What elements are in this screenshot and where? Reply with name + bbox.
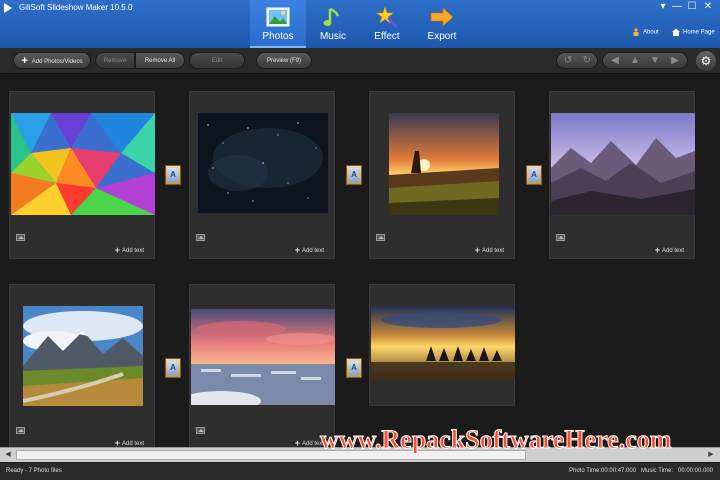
title-bar: GiliSoft Slideshow Maker 10.5.0 ▾ — ☐ ✕ … [0, 0, 720, 48]
photo-thumbnail-desert-sunset[interactable] [389, 113, 499, 215]
photo-card[interactable] [369, 284, 515, 406]
image-type-icon [196, 427, 205, 434]
add-text-button[interactable]: + Add text [115, 245, 144, 255]
scroll-left-icon[interactable]: ◀ [1, 449, 15, 461]
transition-icon[interactable]: A [165, 165, 181, 185]
music-time: Music Time: 00:00:00.000 [641, 468, 714, 474]
photo-card[interactable]: + Add text [189, 91, 335, 259]
move-up-icon[interactable]: ▲ [626, 53, 644, 68]
home-page-label: Home Page [683, 29, 715, 36]
rotate-left-icon[interactable]: ↺ [559, 53, 577, 68]
photo-card[interactable]: + Add text [189, 284, 335, 452]
music-note-icon [323, 7, 340, 26]
photo-icon [266, 7, 290, 27]
tab-effect-label: Effect [374, 31, 400, 42]
settings-gear-icon[interactable]: ⚙ [696, 51, 716, 71]
move-left-icon[interactable]: ◀ [606, 53, 624, 68]
window-menu-button[interactable]: ▾ [656, 2, 670, 12]
photo-thumbnail-alpine-road[interactable] [23, 306, 143, 406]
status-bar: Ready - 7 Photo files Photo Time:00:00:4… [0, 463, 720, 480]
photo-thumbnail-starry-night[interactable] [198, 113, 328, 213]
preview-button[interactable]: Preview (F9) [256, 52, 312, 69]
rotate-group: ↺ ↻ [556, 52, 598, 69]
app-logo-icon [4, 3, 12, 13]
home-icon [672, 28, 680, 36]
remove-all-button[interactable]: Remove All [135, 52, 185, 69]
add-text-button[interactable]: + Add text [655, 245, 684, 255]
tab-effect[interactable]: Effect [360, 0, 414, 48]
home-page-link[interactable]: Home Page [672, 28, 715, 36]
image-type-icon [376, 234, 385, 241]
photo-thumbnail-lake-boats[interactable] [371, 306, 515, 380]
plus-icon: + [21, 55, 28, 67]
photo-time: Photo Time:00:00:47.000 [569, 468, 637, 474]
remove-button[interactable]: Remove [95, 52, 135, 69]
tab-photos[interactable]: Photos [250, 0, 306, 48]
photo-thumbnail-purple-mountains[interactable] [551, 113, 695, 215]
move-right-icon[interactable]: ▶ [666, 53, 684, 68]
transition-icon[interactable]: A [526, 165, 542, 185]
toolbar: + Add Photos/Videos Remove Remove All Edi… [0, 48, 720, 74]
image-type-icon [16, 427, 25, 434]
add-photos-videos-label: Add Photos/Videos [31, 59, 83, 65]
tab-export-label: Export [427, 31, 457, 42]
tab-export[interactable]: Export [414, 0, 470, 48]
transition-icon[interactable]: A [165, 358, 181, 378]
transition-icon[interactable]: A [346, 358, 362, 378]
minimize-button[interactable]: — [670, 2, 684, 12]
maximize-button[interactable]: ☐ [685, 2, 699, 12]
tab-music-label: Music [319, 31, 347, 42]
photo-card[interactable]: + Add text [369, 91, 515, 259]
watermark-text: www.RepackSoftwareHere.com [319, 425, 672, 455]
tab-music[interactable]: Music [306, 0, 360, 48]
app-window: GiliSoft Slideshow Maker 10.5.0 ▾ — ☐ ✕ … [0, 0, 720, 480]
transition-icon[interactable]: A [346, 165, 362, 185]
photo-thumbnail-colorful-polygon[interactable] [11, 113, 155, 215]
rotate-right-icon[interactable]: ↻ [578, 53, 596, 68]
add-photos-videos-button[interactable]: + Add Photos/Videos [13, 52, 91, 69]
edit-button[interactable]: Edit [189, 52, 245, 69]
export-arrow-icon [430, 7, 454, 27]
image-type-icon [556, 234, 565, 241]
scroll-right-icon[interactable]: ▶ [704, 449, 718, 461]
photo-card[interactable]: + Add text [9, 284, 155, 452]
move-down-icon[interactable]: ▼ [646, 53, 664, 68]
photo-card[interactable]: + Add text [549, 91, 695, 259]
photo-card[interactable]: + Add text [9, 91, 155, 259]
image-type-icon [196, 234, 205, 241]
about-label: About [643, 29, 659, 36]
status-text: Ready - 7 Photo files [6, 468, 62, 474]
image-type-icon [16, 234, 25, 241]
add-text-button[interactable]: + Add text [475, 245, 504, 255]
about-person-icon [633, 28, 639, 36]
move-group: ◀ ▲ ▼ ▶ [602, 52, 688, 69]
window-title: GiliSoft Slideshow Maker 10.5.0 [19, 3, 133, 12]
magic-wand-icon [376, 6, 398, 28]
photo-thumbnail-city-sunset[interactable] [191, 309, 335, 405]
add-text-button[interactable]: + Add text [295, 245, 324, 255]
close-button[interactable]: ✕ [701, 2, 715, 12]
photo-grid: + Add text A + Add text A + Add text A +… [0, 75, 720, 463]
tab-photos-label: Photos [262, 31, 294, 42]
about-link[interactable]: About [632, 28, 659, 36]
